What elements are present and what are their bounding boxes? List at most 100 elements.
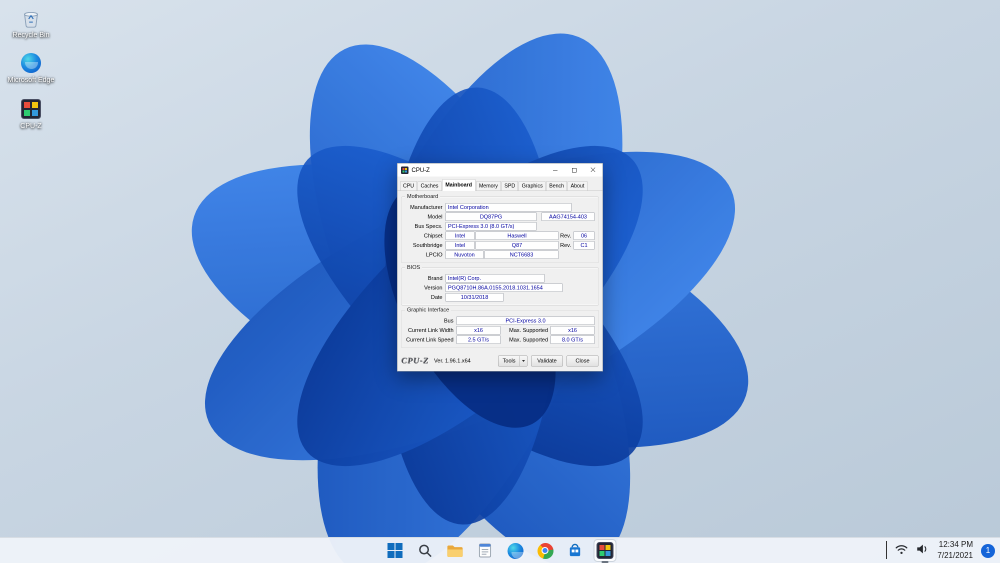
lpcio-row: LPCIO Nuvoton NCT6683 xyxy=(406,250,595,260)
chrome-button[interactable] xyxy=(534,539,557,562)
gi-max-width-label: Max. Supported xyxy=(509,327,548,334)
gi-link-width-field: x16 xyxy=(456,326,501,335)
taskbar-center xyxy=(384,538,617,563)
gi-link-width-label: Current Link Width xyxy=(407,327,454,334)
desktop-icon-label: Recycle Bin xyxy=(12,32,50,39)
tools-button-label: Tools xyxy=(502,358,516,364)
search-button[interactable] xyxy=(414,539,437,562)
tab-bench[interactable]: Bench xyxy=(546,181,568,191)
manufacturer-label: Manufacturer xyxy=(410,204,443,211)
tab-graphics[interactable]: Graphics xyxy=(518,181,546,191)
desktop-icon-recycle-bin[interactable]: Recycle Bin xyxy=(2,6,60,40)
chipset-name-field: Haswell xyxy=(475,231,559,240)
clock-date: 7/21/2021 xyxy=(937,550,973,560)
system-tray: 12:34 PM 7/21/2021 1 xyxy=(886,538,995,563)
desktop-icon-cpuz[interactable]: CPU-Z xyxy=(2,97,60,131)
gi-max-width-field: x16 xyxy=(550,326,595,335)
tools-button[interactable]: Tools xyxy=(498,355,528,367)
cpuz-window: CPU-Z CPU Caches Mainboard Memory SPD Gr… xyxy=(397,163,603,372)
southbridge-vendor-field: Intel xyxy=(445,241,475,250)
bios-group-title: BIOS xyxy=(405,264,423,271)
edge-icon xyxy=(19,51,43,75)
volume-button[interactable] xyxy=(916,542,929,560)
southbridge-rev-label: Rev. xyxy=(560,242,571,249)
bios-date-field: 10/31/2018 xyxy=(445,293,504,302)
recycle-bin-icon xyxy=(19,6,43,30)
gi-max-speed-field: 8.0 GT/s xyxy=(550,335,595,344)
tab-spd[interactable]: SPD xyxy=(501,181,519,191)
validate-button[interactable]: Validate xyxy=(531,355,563,367)
tab-cpu[interactable]: CPU xyxy=(400,181,418,191)
tab-mainboard[interactable]: Mainboard xyxy=(441,179,476,191)
desktop-icon-label: CPU-Z xyxy=(20,122,42,130)
notepad-icon xyxy=(478,543,492,558)
chipset-label: Chipset xyxy=(423,232,443,239)
tools-dropdown-button[interactable] xyxy=(519,356,528,366)
file-explorer-button[interactable] xyxy=(444,539,467,562)
bios-version-field: PGQ8710H.86A.0155.2018.1031.1654 xyxy=(445,283,563,292)
minimize-icon xyxy=(552,169,558,171)
tab-about[interactable]: About xyxy=(567,181,588,191)
minimize-button[interactable] xyxy=(546,164,565,177)
southbridge-rev-field: C1 xyxy=(573,241,595,250)
start-button[interactable] xyxy=(384,539,407,562)
motherboard-group: Motherboard Manufacturer Intel Corporati… xyxy=(401,193,599,263)
desktop-icon-label: Microsoft Edge xyxy=(7,77,55,85)
desktop-icon-edge[interactable]: Microsoft Edge xyxy=(2,51,60,85)
store-icon xyxy=(569,543,581,557)
tab-bar: CPU Caches Mainboard Memory SPD Graphics… xyxy=(397,176,603,191)
search-icon xyxy=(419,544,432,557)
southbridge-row: Southbridge Intel Q87 Rev. C1 xyxy=(406,241,595,251)
gi-link-speed-label: Current Link Speed xyxy=(406,336,454,343)
bios-date-label: Date xyxy=(430,294,443,301)
close-window-button[interactable]: Close xyxy=(566,355,599,367)
version-text: Ver. 1.96.1.x64 xyxy=(434,358,471,364)
chipset-vendor-field: Intel xyxy=(445,231,475,240)
window-titlebar[interactable]: CPU-Z xyxy=(397,163,603,177)
bios-date-row: Date 10/31/2018 xyxy=(406,293,595,303)
model-extra-field: AAG74154-403 xyxy=(541,212,595,221)
gi-bus-field: PCI-Express 3.0 xyxy=(456,316,595,325)
gi-link-speed-field: 2.5 GT/s xyxy=(456,335,501,344)
close-button[interactable] xyxy=(584,164,603,177)
chevron-down-icon xyxy=(522,360,525,362)
chipset-rev-label: Rev. xyxy=(560,232,571,239)
southbridge-name-field: Q87 xyxy=(475,241,559,250)
graphic-interface-group: Graphic Interface Bus PCI-Express 3.0 Cu… xyxy=(401,307,599,348)
store-button[interactable] xyxy=(564,539,587,562)
notification-badge[interactable]: 1 xyxy=(981,543,995,558)
taskbar-clock[interactable]: 12:34 PM 7/21/2021 xyxy=(937,540,973,561)
bios-version-label: Version xyxy=(424,284,443,291)
tab-caches[interactable]: Caches xyxy=(417,181,442,191)
start-icon xyxy=(387,543,403,558)
window-title: CPU-Z xyxy=(411,166,430,174)
model-label: Model xyxy=(427,213,443,220)
cpuz-taskbar-button[interactable] xyxy=(593,539,617,563)
maximize-button[interactable] xyxy=(565,164,584,177)
notepad-button[interactable] xyxy=(474,539,497,562)
tab-memory[interactable]: Memory xyxy=(475,181,501,191)
bios-group: BIOS Brand Intel(R) Corp. Version PGQ871… xyxy=(401,264,599,306)
file-explorer-icon xyxy=(447,544,463,557)
gi-link-width-row: Current Link Width x16 Max. Supported x1… xyxy=(406,326,595,336)
manufacturer-field: Intel Corporation xyxy=(445,203,572,212)
model-field: DQ87PG xyxy=(445,212,537,221)
lpcio-name-field: NCT6683 xyxy=(484,250,559,259)
network-button[interactable] xyxy=(895,542,908,560)
gi-max-speed-label: Max. Supported xyxy=(509,336,548,343)
close-icon xyxy=(591,168,596,173)
tray-overflow-button[interactable] xyxy=(886,540,888,560)
motherboard-group-title: Motherboard xyxy=(405,193,441,200)
southbridge-label: Southbridge xyxy=(412,242,443,249)
cpuz-icon xyxy=(19,97,43,121)
wifi-icon xyxy=(896,544,908,554)
edge-button[interactable] xyxy=(504,539,527,562)
manufacturer-row: Manufacturer Intel Corporation xyxy=(406,203,595,213)
bus-specs-field: PCI-Express 3.0 (8.0 GT/s) xyxy=(445,222,537,231)
model-row: Model DQ87PG AAG74154-403 xyxy=(406,212,595,222)
speaker-icon xyxy=(917,544,927,553)
caption-buttons xyxy=(546,164,603,177)
bus-specs-row: Bus Specs. PCI-Express 3.0 (8.0 GT/s) xyxy=(406,222,595,232)
desktop-icon-column: Recycle Bin Microsoft Edge CPU-Z xyxy=(2,6,60,131)
cpuz-logo: CPU-Z xyxy=(401,356,430,366)
